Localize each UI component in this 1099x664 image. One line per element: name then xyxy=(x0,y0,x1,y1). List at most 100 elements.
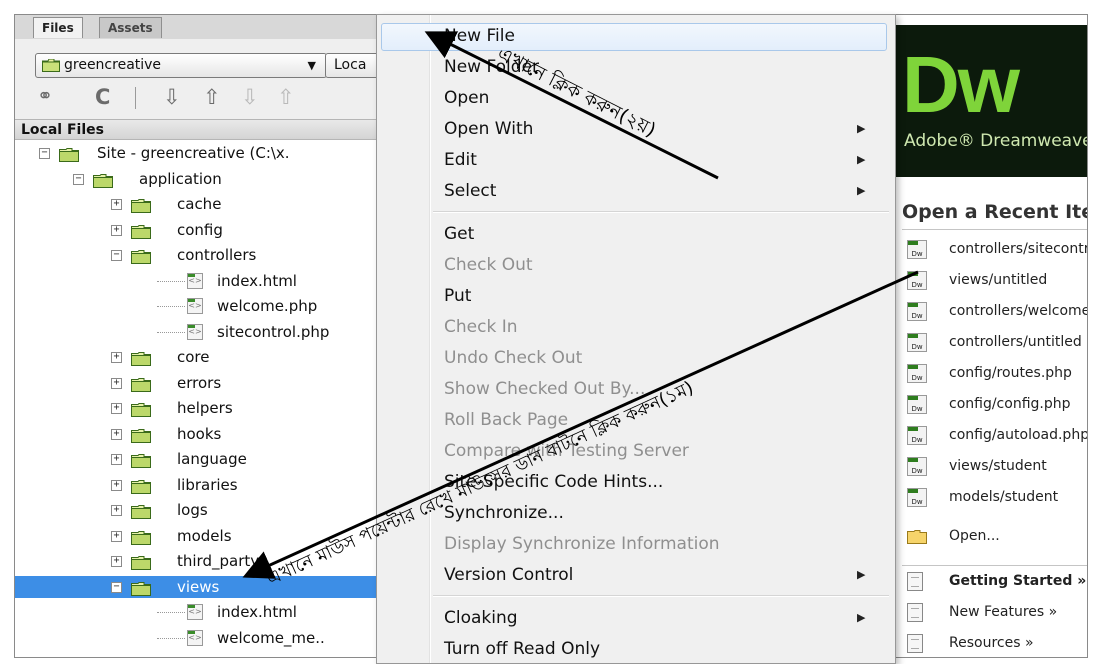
put-icon[interactable]: ⇧ xyxy=(203,85,221,109)
folder-icon xyxy=(131,248,151,264)
site-select-value: greencreative xyxy=(64,57,162,73)
menu-item-label: Put xyxy=(444,286,472,306)
folder-icon xyxy=(131,580,151,596)
refresh-icon[interactable]: C xyxy=(95,85,110,109)
tree-item-label: index.html xyxy=(217,603,297,621)
tree-connector xyxy=(157,637,185,639)
tree-item-label: logs xyxy=(177,501,208,519)
folder-icon xyxy=(131,427,151,443)
tree-file-row[interactable]: <> welcome.php xyxy=(15,295,377,317)
check-in-icon[interactable]: ⇧ xyxy=(277,85,295,109)
recent-file-label: config/autoload.php xyxy=(949,427,1088,443)
help-link-label: Getting Started » xyxy=(949,573,1087,589)
menu-item[interactable]: Put xyxy=(377,281,895,311)
tree-item-label: hooks xyxy=(177,424,222,443)
tree-item-label: config xyxy=(177,220,223,239)
tree-item-label: views xyxy=(177,577,220,596)
expand-icon[interactable]: + xyxy=(111,556,122,567)
recent-file-label: controllers/welcome.php xyxy=(949,303,1087,319)
menu-item[interactable]: Select ▶ xyxy=(377,176,895,206)
help-link-label: Resources » xyxy=(949,635,1034,651)
menu-item[interactable]: Compare with Testing Server xyxy=(377,436,895,466)
folder-icon xyxy=(131,376,151,392)
expand-icon[interactable]: + xyxy=(111,224,122,236)
tree-item-label: libraries xyxy=(177,475,238,494)
expand-icon[interactable]: + xyxy=(111,505,122,516)
tab-assets[interactable]: Assets xyxy=(99,17,162,38)
recent-file-label: config/config.php xyxy=(949,396,1071,412)
recent-file-label: config/routes.php xyxy=(949,365,1072,381)
dw-file-icon: Dw xyxy=(907,333,927,352)
folder-icon xyxy=(93,172,113,188)
tree-file-row[interactable]: <> welcome_me.. xyxy=(15,627,377,649)
expand-icon[interactable]: + xyxy=(111,428,122,440)
menu-item[interactable]: Display Synchronize Information xyxy=(377,529,895,559)
dreamweaver-logo: Dw xyxy=(902,40,1020,129)
document-icon xyxy=(907,603,923,622)
collapse-icon[interactable]: − xyxy=(73,173,84,185)
menu-item[interactable]: New Folder xyxy=(377,52,895,82)
expand-icon[interactable]: + xyxy=(111,454,122,465)
collapse-icon[interactable]: − xyxy=(111,581,122,593)
tree-folder-row[interactable]: − Site - greencreative (C:\x. xyxy=(15,142,377,164)
menu-item-label: Get xyxy=(444,224,475,244)
tree-folder-row[interactable]: − controllers xyxy=(15,244,377,266)
tree-item-label: third_party xyxy=(177,552,260,570)
recent-items-title: Open a Recent Item xyxy=(902,201,1087,223)
tree-folder-row[interactable]: + libraries xyxy=(15,474,377,496)
file-icon: <> xyxy=(187,604,203,620)
tab-files[interactable]: Files xyxy=(33,17,83,38)
collapse-icon[interactable]: − xyxy=(39,148,50,159)
view-select-value: Loca xyxy=(334,57,367,73)
dw-file-icon: Dw xyxy=(907,271,927,290)
menu-item-label: Roll Back Page xyxy=(444,410,569,430)
tree-folder-row[interactable]: + hooks xyxy=(15,423,377,445)
menu-item[interactable]: Check In xyxy=(377,312,895,342)
tree-folder-row[interactable]: + helpers xyxy=(15,397,377,419)
tree-folder-row[interactable]: + core xyxy=(15,346,377,368)
menu-item[interactable]: Check Out xyxy=(377,250,895,280)
tree-folder-row[interactable]: + config xyxy=(15,219,377,241)
tree-file-row[interactable]: <> index.html xyxy=(15,270,377,292)
tree-file-row[interactable]: <> index.html xyxy=(15,601,377,623)
menu-item[interactable]: Edit ▶ xyxy=(377,145,895,175)
menu-item[interactable]: Version Control ▶ xyxy=(377,560,895,590)
tree-folder-row[interactable]: − application xyxy=(15,168,377,190)
check-out-icon[interactable]: ⇩ xyxy=(241,85,259,109)
tree-folder-row[interactable]: + logs xyxy=(15,499,377,521)
expand-icon[interactable]: + xyxy=(111,352,122,363)
local-files-header: Local Files xyxy=(15,120,377,140)
expand-icon[interactable]: + xyxy=(111,403,122,414)
tree-connector xyxy=(157,306,185,307)
expand-icon[interactable]: + xyxy=(111,530,122,542)
product-name: Adobe® Dreamweaver xyxy=(904,131,1088,151)
menu-item[interactable]: Get xyxy=(377,219,895,249)
tree-folder-row[interactable]: + errors xyxy=(15,372,377,394)
menu-item-label: Open xyxy=(444,88,490,108)
site-select[interactable]: greencreative ▼ xyxy=(35,53,327,78)
tree-item-label: sitecontrol.php xyxy=(217,322,330,341)
tree-folder-row[interactable]: − views xyxy=(15,575,377,598)
expand-icon[interactable]: + xyxy=(111,199,122,210)
folder-icon xyxy=(59,146,79,162)
menu-item-label: Cloaking xyxy=(444,608,518,628)
expand-icon[interactable]: + xyxy=(111,377,122,389)
folder-icon xyxy=(131,452,151,468)
tree-item-label: Site - greencreative (C:\x. xyxy=(97,144,290,162)
menu-item[interactable]: Undo Check Out xyxy=(377,343,895,373)
menu-item-label: Undo Check Out xyxy=(444,348,583,368)
recent-file-label: controllers/untitled xyxy=(949,334,1082,350)
connect-icon[interactable]: ⚭ xyxy=(37,85,53,107)
collapse-icon[interactable]: − xyxy=(111,250,122,261)
tree-folder-row[interactable]: + language xyxy=(15,448,377,470)
panel-tabbar: Files Assets xyxy=(15,15,377,40)
tree-connector xyxy=(157,612,185,613)
menu-item[interactable]: New File xyxy=(377,21,895,51)
dw-file-icon: Dw xyxy=(907,457,927,476)
expand-icon[interactable]: + xyxy=(111,479,122,491)
menu-item[interactable]: Cloaking ▶ xyxy=(377,603,895,633)
tree-file-row[interactable]: <> sitecontrol.php xyxy=(15,321,377,343)
get-icon[interactable]: ⇩ xyxy=(163,85,181,109)
tree-folder-row[interactable]: + cache xyxy=(15,193,377,215)
menu-item[interactable]: Turn off Read Only xyxy=(377,634,895,663)
